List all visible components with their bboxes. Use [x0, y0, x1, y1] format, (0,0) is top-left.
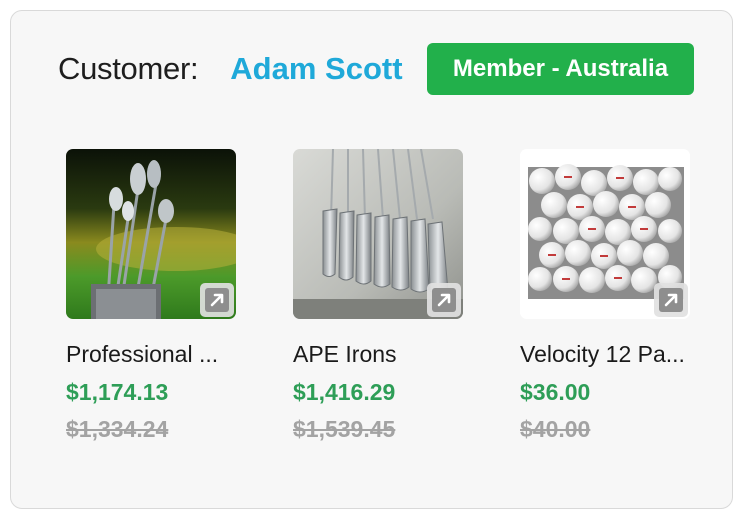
product-card[interactable]: Velocity 12 Pa... $36.00 $40.00 [520, 149, 700, 443]
product-image[interactable] [293, 149, 463, 319]
product-card[interactable]: Professional ... $1,174.13 $1,334.24 [66, 149, 246, 443]
expand-arrow-icon [432, 288, 456, 312]
product-price: $36.00 [520, 379, 591, 405]
product-name[interactable]: Professional ... [66, 341, 246, 368]
product-name[interactable]: Velocity 12 Pa... [520, 341, 700, 368]
product-original-price: $1,539.45 [293, 416, 396, 442]
product-image[interactable] [520, 149, 690, 319]
product-card[interactable]: APE Irons $1,416.29 $1,539.45 [293, 149, 473, 443]
expand-button[interactable] [200, 283, 234, 317]
customer-header: Customer: Adam Scott [58, 43, 403, 95]
customer-label: Customer: [58, 51, 199, 86]
product-price: $1,174.13 [66, 379, 169, 405]
product-image[interactable] [66, 149, 236, 319]
product-original-price: $1,334.24 [66, 416, 169, 442]
product-original-price: $40.00 [520, 416, 591, 442]
expand-button[interactable] [427, 283, 461, 317]
product-price: $1,416.29 [293, 379, 396, 405]
expand-arrow-icon [205, 288, 229, 312]
membership-badge[interactable]: Member - Australia [427, 43, 694, 95]
customer-card: Customer: Adam Scott Member - Australia [10, 10, 733, 509]
product-name[interactable]: APE Irons [293, 341, 473, 368]
expand-button[interactable] [654, 283, 688, 317]
customer-name-link[interactable]: Adam Scott [230, 51, 402, 87]
expand-arrow-icon [659, 288, 683, 312]
